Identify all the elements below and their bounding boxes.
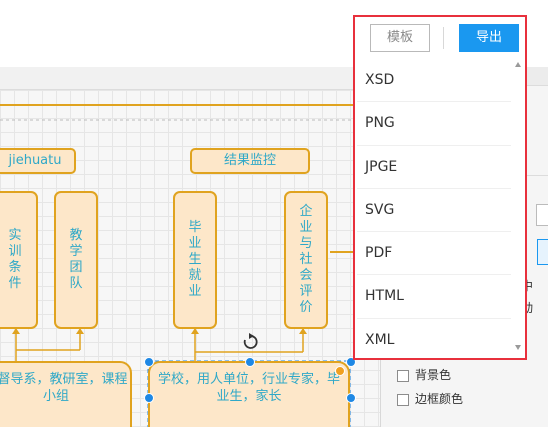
- diagram-canvas[interactable]: jiehuatu 结果监控 实训条件 教学团队 毕业生就业 企业与社会评价 学督…: [0, 90, 380, 427]
- box-graduate-employment[interactable]: 毕业生就业: [173, 191, 217, 329]
- toolbar-separator: [443, 27, 444, 49]
- panel-partial-button-2[interactable]: [537, 239, 548, 265]
- box-practice-conditions[interactable]: 实训条件: [0, 191, 38, 329]
- template-button[interactable]: 模板: [370, 24, 430, 52]
- box-enterprise-evaluation[interactable]: 企业与社会评价: [284, 191, 328, 329]
- box-teaching-team-text: 教学团队: [69, 228, 83, 291]
- canvas-ruler-bar: [0, 67, 380, 90]
- export-menu-scrollbar[interactable]: [514, 61, 522, 351]
- selection-handle-middle-right[interactable]: [346, 393, 356, 403]
- export-option-html[interactable]: HTML: [357, 275, 511, 319]
- export-option-svg[interactable]: SVG: [357, 189, 511, 233]
- scroll-down-icon: [515, 345, 521, 350]
- border-color-row[interactable]: 边框颜色: [397, 390, 463, 407]
- rotate-icon: [243, 333, 258, 349]
- export-option-pdf[interactable]: PDF: [357, 232, 511, 276]
- corner-radius-handle[interactable]: [335, 366, 345, 376]
- box-enterprise-evaluation-text: 企业与社会评价: [299, 204, 313, 315]
- background-color-checkbox[interactable]: [397, 369, 409, 382]
- box-teaching-team[interactable]: 教学团队: [54, 191, 98, 329]
- box-bottom-right[interactable]: 学校，用人单位，行业专家，毕业生，家长: [148, 361, 350, 427]
- export-dropdown-highlight: 模板 导出 XSD PNG JPGE SVG PDF HTML XML: [353, 15, 527, 360]
- border-color-label: 边框颜色: [415, 392, 464, 406]
- scroll-up-icon: [515, 62, 521, 67]
- panel-number-input[interactable]: [536, 204, 548, 226]
- selection-handle-top-left[interactable]: [144, 357, 154, 367]
- background-color-label: 背景色: [415, 368, 452, 382]
- box-bottom-left[interactable]: 学督导系，教研室，课程小组: [0, 361, 132, 427]
- export-button[interactable]: 导出: [459, 24, 519, 52]
- export-option-xml[interactable]: XML: [357, 319, 511, 362]
- selection-handle-middle-left[interactable]: [144, 393, 154, 403]
- label-result-monitoring[interactable]: 结果监控: [190, 148, 310, 174]
- box-practice-conditions-text: 实训条件: [8, 228, 22, 291]
- box-graduate-employment-text: 毕业生就业: [188, 220, 202, 299]
- label-jiehuatu[interactable]: jiehuatu: [0, 148, 76, 174]
- border-color-checkbox[interactable]: [397, 393, 409, 406]
- export-option-png[interactable]: PNG: [357, 102, 511, 146]
- export-option-xsd[interactable]: XSD: [357, 59, 511, 103]
- selection-handle-top-center[interactable]: [245, 357, 255, 367]
- export-option-jpge[interactable]: JPGE: [357, 146, 511, 189]
- background-color-row[interactable]: 背景色: [397, 366, 451, 383]
- export-format-menu: XSD PNG JPGE SVG PDF HTML XML: [357, 59, 511, 362]
